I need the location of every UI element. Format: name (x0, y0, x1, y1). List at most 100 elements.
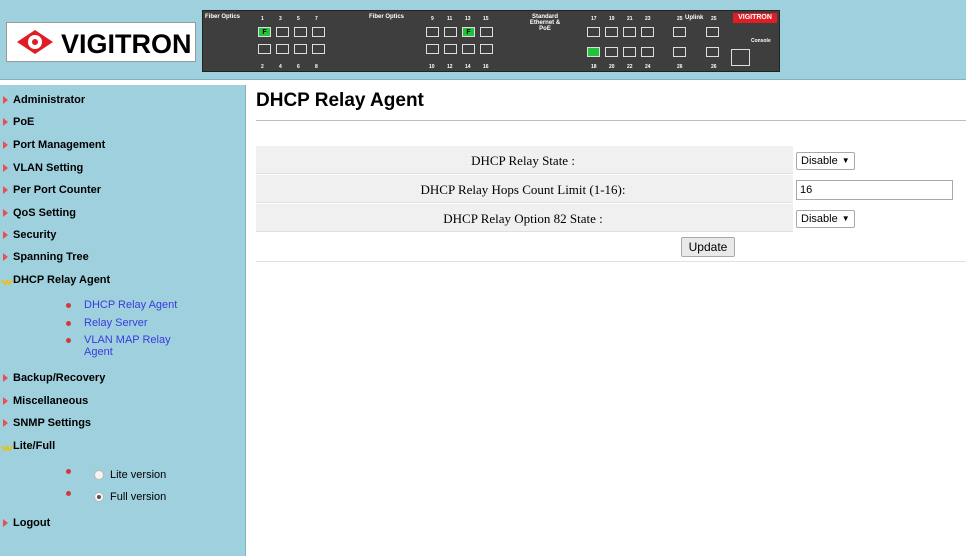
red-arrow-icon (2, 96, 10, 104)
sidebar-item-lite-full[interactable]: Lite/Full (0, 439, 246, 459)
port-number: 21 (627, 16, 633, 22)
port-number: 26 (711, 64, 717, 70)
port-number: 11 (447, 16, 453, 22)
sidebar-item-miscellaneous[interactable]: Miscellaneous (0, 394, 246, 414)
relay-state-value: Disable (801, 155, 838, 167)
sidebar-item-security[interactable]: Security (0, 228, 246, 248)
sidebar-item-port-management[interactable]: Port Management (0, 138, 246, 158)
console-port (731, 49, 750, 66)
port-number: 19 (609, 16, 615, 22)
sidebar-item-label: Port Management (13, 139, 106, 151)
fiber-optics-label-1: Fiber Optics (205, 14, 241, 20)
red-arrow-icon (2, 141, 10, 149)
port-3-led (276, 27, 289, 37)
port-16-led (480, 44, 493, 54)
port-11-led (444, 27, 457, 37)
port-number: 13 (465, 16, 471, 22)
update-button[interactable]: Update (681, 237, 735, 257)
eye-logo-icon (17, 30, 53, 54)
port-number: 5 (297, 16, 300, 22)
bullet-icon (66, 303, 71, 308)
relay-state-select[interactable]: Disable ▼ (796, 152, 855, 170)
uplink-port-26-led (673, 47, 686, 57)
port-number: 17 (591, 16, 597, 22)
port-22-led (623, 47, 636, 57)
sidebar-nav: Administrator PoE Port Management VLAN S… (0, 85, 246, 556)
red-arrow-icon (2, 186, 10, 194)
port-15-led (480, 27, 493, 37)
port-number: 10 (429, 64, 435, 70)
red-arrow-icon (2, 164, 10, 172)
sidebar-item-administrator[interactable]: Administrator (0, 93, 246, 113)
uplink-sfp-25-led (706, 27, 719, 37)
sidebar-item-snmp-settings[interactable]: SNMP Settings (0, 416, 246, 436)
port-21-led (623, 27, 636, 37)
sidebar-item-label: Miscellaneous (13, 395, 89, 407)
sidebar-item-poe[interactable]: PoE (0, 115, 246, 135)
sidebar-item-label: Logout (13, 517, 51, 529)
relay-state-label: DHCP Relay State : (471, 153, 575, 168)
port-6-led (294, 44, 307, 54)
port-14-led (462, 44, 475, 54)
hops-limit-input[interactable]: 16 (796, 180, 953, 200)
port-7-led (312, 27, 325, 37)
red-arrow-icon (2, 397, 10, 405)
fiber-optics-label-2: Fiber Optics (369, 14, 405, 20)
sub-item-label: VLAN MAP Relay Agent (84, 334, 171, 358)
sidebar-item-vlan-setting[interactable]: VLAN Setting (0, 161, 246, 181)
switch-front-panel: Fiber Optics Fiber Optics Standard Ether… (202, 10, 780, 72)
port-12-led (444, 44, 457, 54)
port-number: 20 (609, 64, 615, 70)
sidebar-item-backup-recovery[interactable]: Backup/Recovery (0, 371, 246, 391)
option82-select[interactable]: Disable ▼ (796, 210, 855, 228)
port-number: 6 (297, 64, 300, 70)
port-10-led (426, 44, 439, 54)
port-number: 14 (465, 64, 471, 70)
port-number: 23 (645, 16, 651, 22)
port-9-led (426, 27, 439, 37)
sidebar-item-label: Per Port Counter (13, 184, 102, 196)
port-4-led (276, 44, 289, 54)
port-2-led (258, 44, 271, 54)
sidebar-item-spanning-tree[interactable]: Spanning Tree (0, 250, 246, 270)
port-number: 8 (315, 64, 318, 70)
sidebar-item-label: Lite/Full (13, 440, 56, 452)
option82-cell: Disable ▼ (793, 204, 966, 233)
sidebar-item-dhcp-relay-agent[interactable]: DHCP Relay Agent (0, 273, 246, 293)
port-17-led (587, 27, 600, 37)
port-5-led (294, 27, 307, 37)
sidebar-item-label: Spanning Tree (13, 251, 89, 263)
port-number: 2 (261, 64, 264, 70)
sidebar-item-label: Backup/Recovery (13, 372, 106, 384)
red-arrow-icon (2, 118, 10, 126)
red-arrow-icon (2, 374, 10, 382)
port-18-led (587, 47, 600, 57)
sidebar-item-label: VLAN Setting (13, 162, 84, 174)
full-version-radio[interactable] (94, 492, 104, 502)
port-number: 9 (431, 16, 434, 22)
port-number: 1 (261, 16, 264, 22)
expanded-chevron-icon (2, 276, 10, 284)
console-label: Console (751, 38, 771, 44)
sidebar-item-qos-setting[interactable]: QoS Setting (0, 206, 246, 226)
sidebar-item-label: QoS Setting (13, 207, 76, 219)
sidebar-item-per-port-counter[interactable]: Per Port Counter (0, 183, 246, 203)
sidebar-item-label: Security (13, 229, 57, 241)
red-arrow-icon (2, 209, 10, 217)
ethernet-poe-label: Standard Ethernet & PoE (529, 14, 561, 32)
port-number: 3 (279, 16, 282, 22)
port-13-led: F (462, 27, 475, 37)
sidebar-item-logout[interactable]: Logout (0, 516, 246, 536)
option82-value: Disable (801, 213, 838, 225)
port-number: 25 (711, 16, 717, 22)
header-banner: VIGITRON Fiber Optics Fiber Optics Stand… (0, 0, 966, 80)
hops-limit-label: DHCP Relay Hops Count Limit (1-16): (420, 182, 626, 197)
option82-row: DHCP Relay Option 82 State : Disable ▼ (256, 203, 966, 233)
uplink-port-25-led (673, 27, 686, 37)
port-number: 15 (483, 16, 489, 22)
lite-version-radio[interactable] (94, 470, 104, 480)
red-arrow-icon (2, 419, 10, 427)
relay-state-cell: Disable ▼ (793, 146, 966, 175)
expanded-chevron-icon (2, 442, 10, 450)
port-number: 22 (627, 64, 633, 70)
